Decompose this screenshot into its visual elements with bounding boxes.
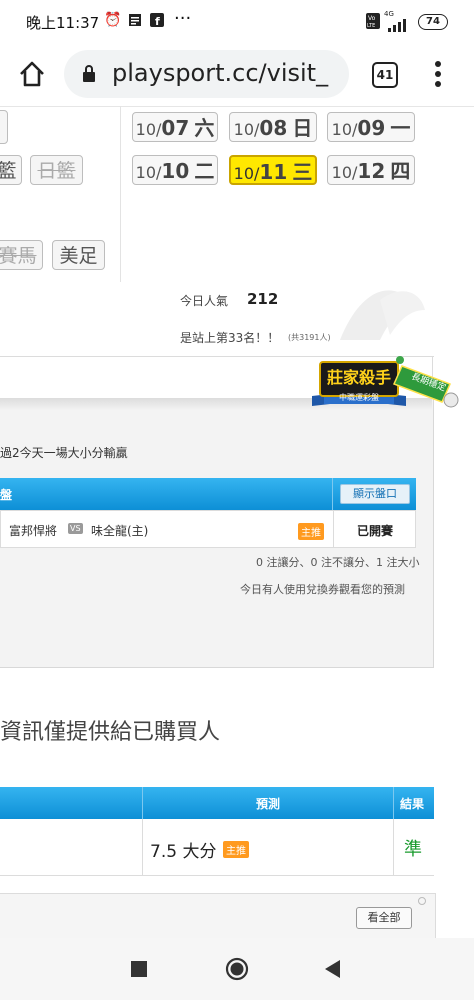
popularity-rank: 是站上第33名！！ — [180, 331, 280, 345]
column-prediction: 預測 — [256, 797, 281, 811]
match-row: 富邦悍將 VS 味全龍(主) 主推 已開賽 — [0, 510, 416, 548]
sport-button-japan-basketball: 日籃 — [30, 155, 83, 185]
divider — [393, 787, 394, 819]
date-button-1009[interactable]: 10/09 一 — [327, 112, 415, 142]
browser-toolbar: playsport.cc/visit_ 41 — [0, 44, 474, 107]
divider — [332, 478, 333, 510]
popularity-total: (共3191人) — [288, 333, 331, 342]
panel-intro-text: 過2今天一場大小分輸贏 — [0, 446, 128, 460]
result-value: 準 — [404, 839, 422, 860]
show-odds-button[interactable]: 顯示盤口 — [340, 484, 410, 504]
date-button-1010[interactable]: 10/10 二 — [132, 155, 218, 185]
divider — [333, 511, 334, 547]
divider — [393, 819, 394, 875]
view-all-button[interactable]: 看全部 — [356, 907, 412, 929]
away-team: 富邦悍將 — [9, 524, 58, 538]
popularity-label: 今日人氣 — [180, 294, 229, 308]
date-button-1008[interactable]: 10/08 日 — [229, 112, 317, 142]
results-row: 7.5 大分 主推 準 — [0, 819, 434, 876]
table-header-label: 盤 — [0, 488, 13, 502]
badge-title: 莊家殺手 — [326, 368, 391, 387]
url-text: playsport.cc/visit_ — [112, 59, 329, 87]
lock-icon — [82, 64, 96, 86]
date-button-1012[interactable]: 10/12 四 — [327, 155, 415, 185]
back-icon[interactable] — [325, 960, 341, 982]
main-pick-tag: 主推 — [223, 841, 249, 858]
popularity-value: 212 — [247, 290, 279, 308]
notification-icon — [128, 13, 142, 31]
svg-text:LTE: LTE — [367, 23, 375, 29]
svg-text:Vo: Vo — [368, 15, 376, 22]
results-table-header: 預測 結果 — [0, 787, 434, 819]
svg-text:f: f — [155, 15, 160, 27]
battery-icon: 74 — [418, 14, 448, 30]
home-icon[interactable] — [18, 60, 46, 92]
status-bar: 晚上11:37 ⏰ f ··· Vo LTE 4G 74 — [0, 0, 474, 44]
match-table-header: 盤 顯示盤口 — [0, 478, 416, 510]
status-time: 晚上11:37 — [26, 14, 100, 32]
alarm-icon: ⏰ — [104, 12, 122, 28]
sport-button-horse-racing: 賽馬 — [0, 240, 43, 270]
sport-button-basketball[interactable]: 籃 — [0, 155, 22, 185]
badge-subtitle: 中職運彩盤 — [339, 393, 379, 402]
address-bar[interactable]: playsport.cc/visit_ — [64, 50, 349, 98]
date-button-1007[interactable]: 10/07 六 — [132, 112, 218, 142]
system-nav-bar — [0, 938, 474, 1000]
sport-button-american-football[interactable]: 美足 — [52, 240, 105, 270]
prediction-value: 7.5 大分 — [150, 842, 217, 862]
facebook-icon: f — [150, 13, 164, 31]
divider — [142, 819, 143, 875]
game-status: 已開賽 — [357, 524, 394, 538]
home-nav-icon[interactable] — [225, 957, 249, 985]
status-more: ··· — [174, 8, 192, 29]
sport-button-partial[interactable] — [0, 110, 8, 144]
watermark-graphic — [330, 280, 430, 354]
buyers-only-notice: 資訊僅提供給已購買人 — [0, 720, 221, 745]
tab-switcher-button[interactable]: 41 — [372, 62, 398, 88]
divider — [120, 106, 121, 282]
home-team: 味全龍(主) — [91, 524, 149, 538]
bookmaker-killer-badge: 莊家殺手 中職運彩盤 長期穩定 — [310, 356, 460, 416]
pick-summary: 0 注讓分、0 注不讓分、1 注大小 — [256, 556, 420, 569]
signal-icon — [384, 17, 412, 36]
main-pick-tag: 主推 — [298, 523, 324, 540]
divider — [142, 787, 143, 819]
column-result: 結果 — [400, 797, 425, 811]
date-button-1011-active[interactable]: 10/11 三 — [229, 155, 317, 185]
volte-icon: Vo LTE — [366, 13, 380, 33]
coupon-note: 今日有人使用兌換券觀看您的預測 — [240, 583, 405, 596]
menu-dots-icon[interactable] — [434, 60, 442, 92]
vs-icon: VS — [68, 523, 83, 534]
scroll-indicator-icon — [418, 897, 426, 905]
recents-icon[interactable] — [131, 961, 147, 981]
